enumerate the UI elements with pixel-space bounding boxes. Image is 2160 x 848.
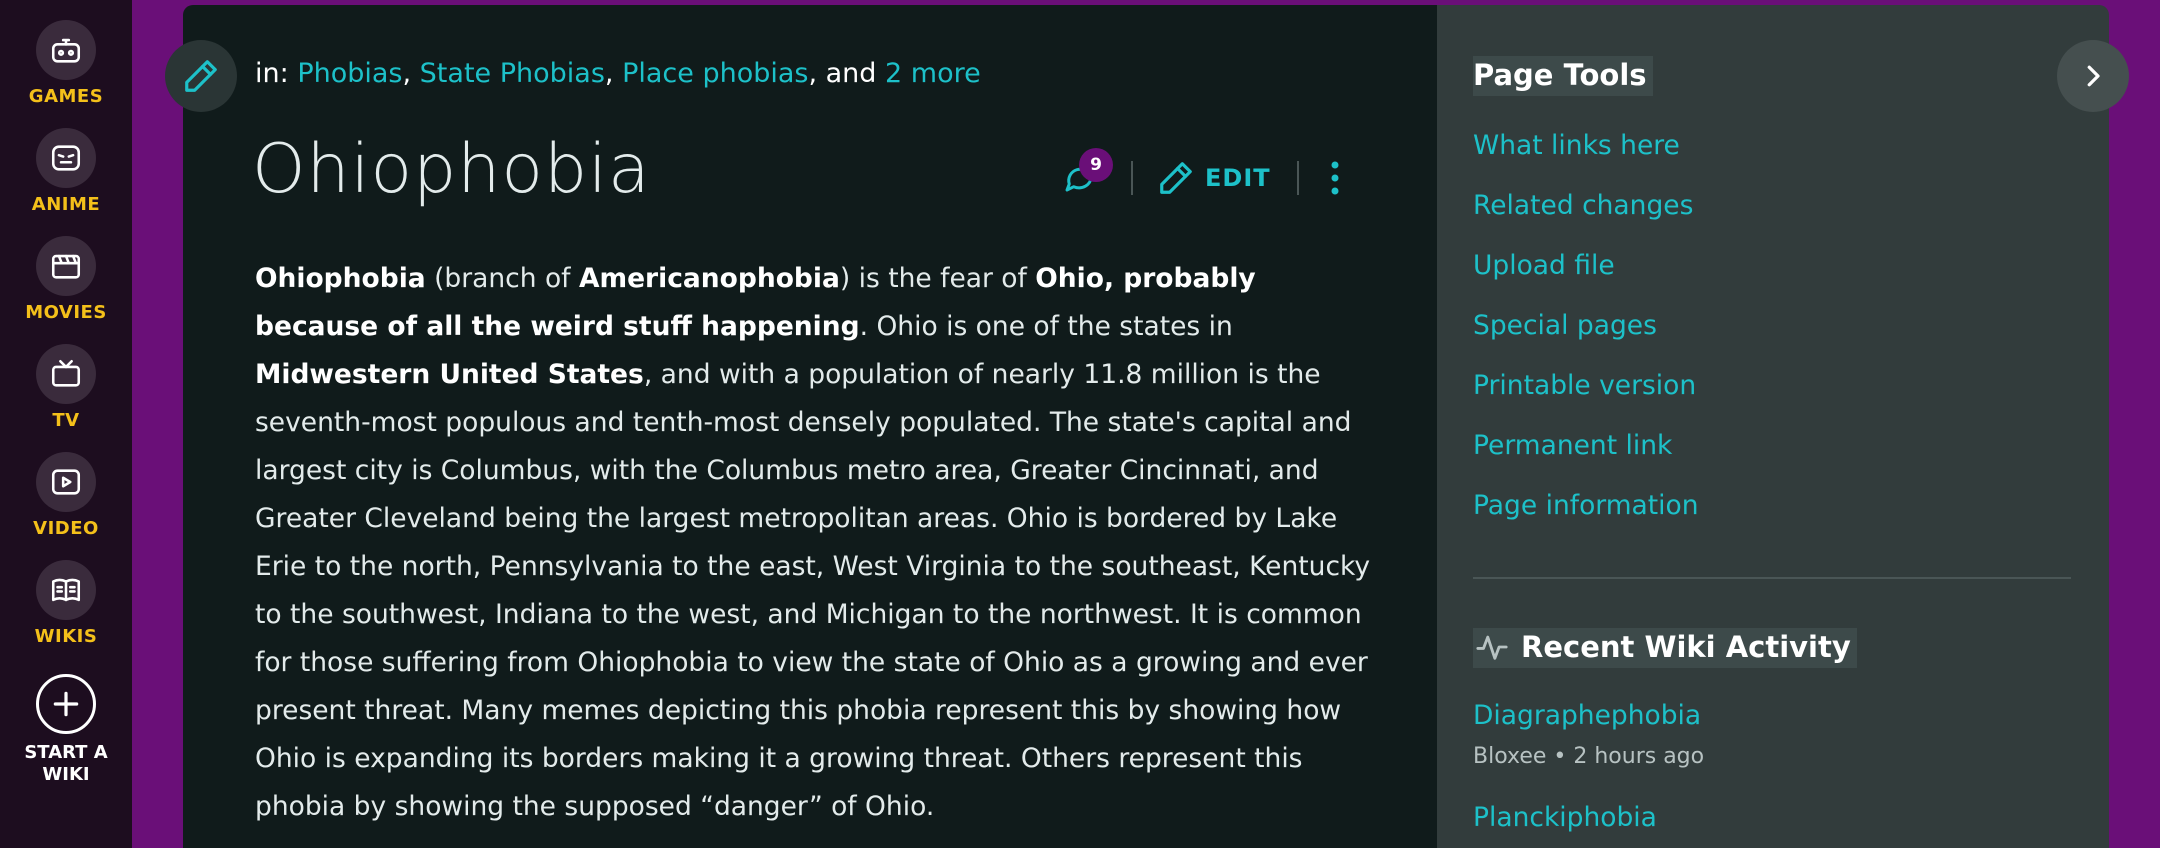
- tool-link-upload-file[interactable]: Upload file: [1473, 250, 1615, 281]
- book-icon: [36, 560, 96, 620]
- recent-activity-heading: Recent Wiki Activity: [1473, 628, 1857, 668]
- plus-icon: [36, 674, 96, 734]
- recent-activity-title: Recent Wiki Activity: [1521, 630, 1851, 664]
- comments-button[interactable]: 9: [1057, 148, 1113, 200]
- rail-divider: [1473, 577, 2071, 579]
- edit-label: EDIT: [1205, 164, 1271, 192]
- comments-count-badge: 9: [1079, 148, 1113, 182]
- nav-label: VIDEO: [33, 518, 99, 539]
- collapse-rail-button[interactable]: [2057, 40, 2129, 112]
- body-text: ) is the fear of: [839, 263, 1036, 294]
- start-a-wiki-button[interactable]: START A WIKI: [6, 674, 126, 786]
- page-tools-heading: Page Tools: [1473, 56, 1653, 96]
- categories-joiner: , and: [808, 58, 877, 89]
- clapperboard-icon: [36, 236, 96, 296]
- nav-item-games[interactable]: GAMES: [0, 20, 132, 128]
- category-link-phobias[interactable]: Phobias: [297, 58, 402, 89]
- nav-item-wikis[interactable]: WIKIS: [0, 560, 132, 668]
- start-wiki-label: START A WIKI: [6, 742, 126, 786]
- tool-link-what-links-here[interactable]: What links here: [1473, 130, 1680, 161]
- tool-link-special-pages[interactable]: Special pages: [1473, 310, 1657, 341]
- nav-label: GAMES: [28, 86, 104, 107]
- body-text: (branch of: [425, 263, 579, 294]
- more-actions-button[interactable]: [1329, 160, 1341, 196]
- pencil-icon: [1160, 162, 1192, 194]
- page-actions: 9 EDIT: [1057, 148, 1341, 208]
- tool-link-printable-version[interactable]: Printable version: [1473, 370, 1696, 401]
- nav-label: WIKIS: [34, 626, 98, 647]
- edit-button[interactable]: EDIT: [1157, 159, 1271, 197]
- floating-edit-button[interactable]: [165, 40, 237, 112]
- tool-link-page-information[interactable]: Page information: [1473, 490, 1699, 521]
- nav-item-movies[interactable]: MOVIES: [0, 236, 132, 344]
- nav-item-tv[interactable]: TV: [0, 344, 132, 452]
- activity-item-meta: Bloxee • 2 hours ago: [1473, 744, 1705, 769]
- global-nav: GAMES ANIME MOVIES TV VIDEO WIKIS START …: [0, 0, 132, 848]
- category-link-state-phobias[interactable]: State Phobias: [420, 58, 605, 89]
- tv-icon: [36, 344, 96, 404]
- start-wiki-label-line2: WIKI: [42, 764, 90, 785]
- body-bold-text: Americanophobia: [578, 263, 840, 294]
- activity-item-link[interactable]: Diagraphephobia: [1473, 700, 1701, 731]
- body-bold-text: Ohiophobia: [255, 263, 426, 294]
- categories-prefix: in:: [255, 58, 289, 89]
- body-text: . Ohio is one of the states in: [859, 311, 1233, 342]
- start-wiki-label-line1: START A: [24, 742, 108, 763]
- pencil-icon: [185, 60, 217, 92]
- body-text: , and with a population of nearly 11.8 m…: [255, 359, 1371, 822]
- page-title: Ohiophobia: [252, 130, 651, 209]
- anime-face-icon: [36, 128, 96, 188]
- categories-more-link[interactable]: 2 more: [885, 58, 981, 89]
- body-bold-text: Midwestern United States: [255, 359, 644, 390]
- tool-link-permanent-link[interactable]: Permanent link: [1473, 430, 1672, 461]
- divider: [1131, 161, 1133, 195]
- activity-item-link[interactable]: Planckiphobia: [1473, 802, 1657, 833]
- nav-label: TV: [52, 410, 80, 431]
- category-list: in: Phobias, State Phobias, Place phobia…: [255, 58, 981, 89]
- article-body: Ohiophobia (branch of Americanophobia) i…: [255, 255, 1375, 831]
- nav-item-anime[interactable]: ANIME: [0, 128, 132, 236]
- nav-item-video[interactable]: VIDEO: [0, 452, 132, 560]
- tool-link-related-changes[interactable]: Related changes: [1473, 190, 1693, 221]
- nav-label: MOVIES: [25, 302, 107, 323]
- divider: [1296, 161, 1299, 195]
- activity-pulse-icon: [1476, 635, 1508, 660]
- kebab-menu-icon: [1331, 161, 1339, 195]
- play-icon: [36, 452, 96, 512]
- category-link-place-phobias[interactable]: Place phobias: [622, 58, 808, 89]
- chevron-right-icon: [2087, 65, 2100, 87]
- nav-label: ANIME: [31, 194, 101, 215]
- controller-icon: [36, 20, 96, 80]
